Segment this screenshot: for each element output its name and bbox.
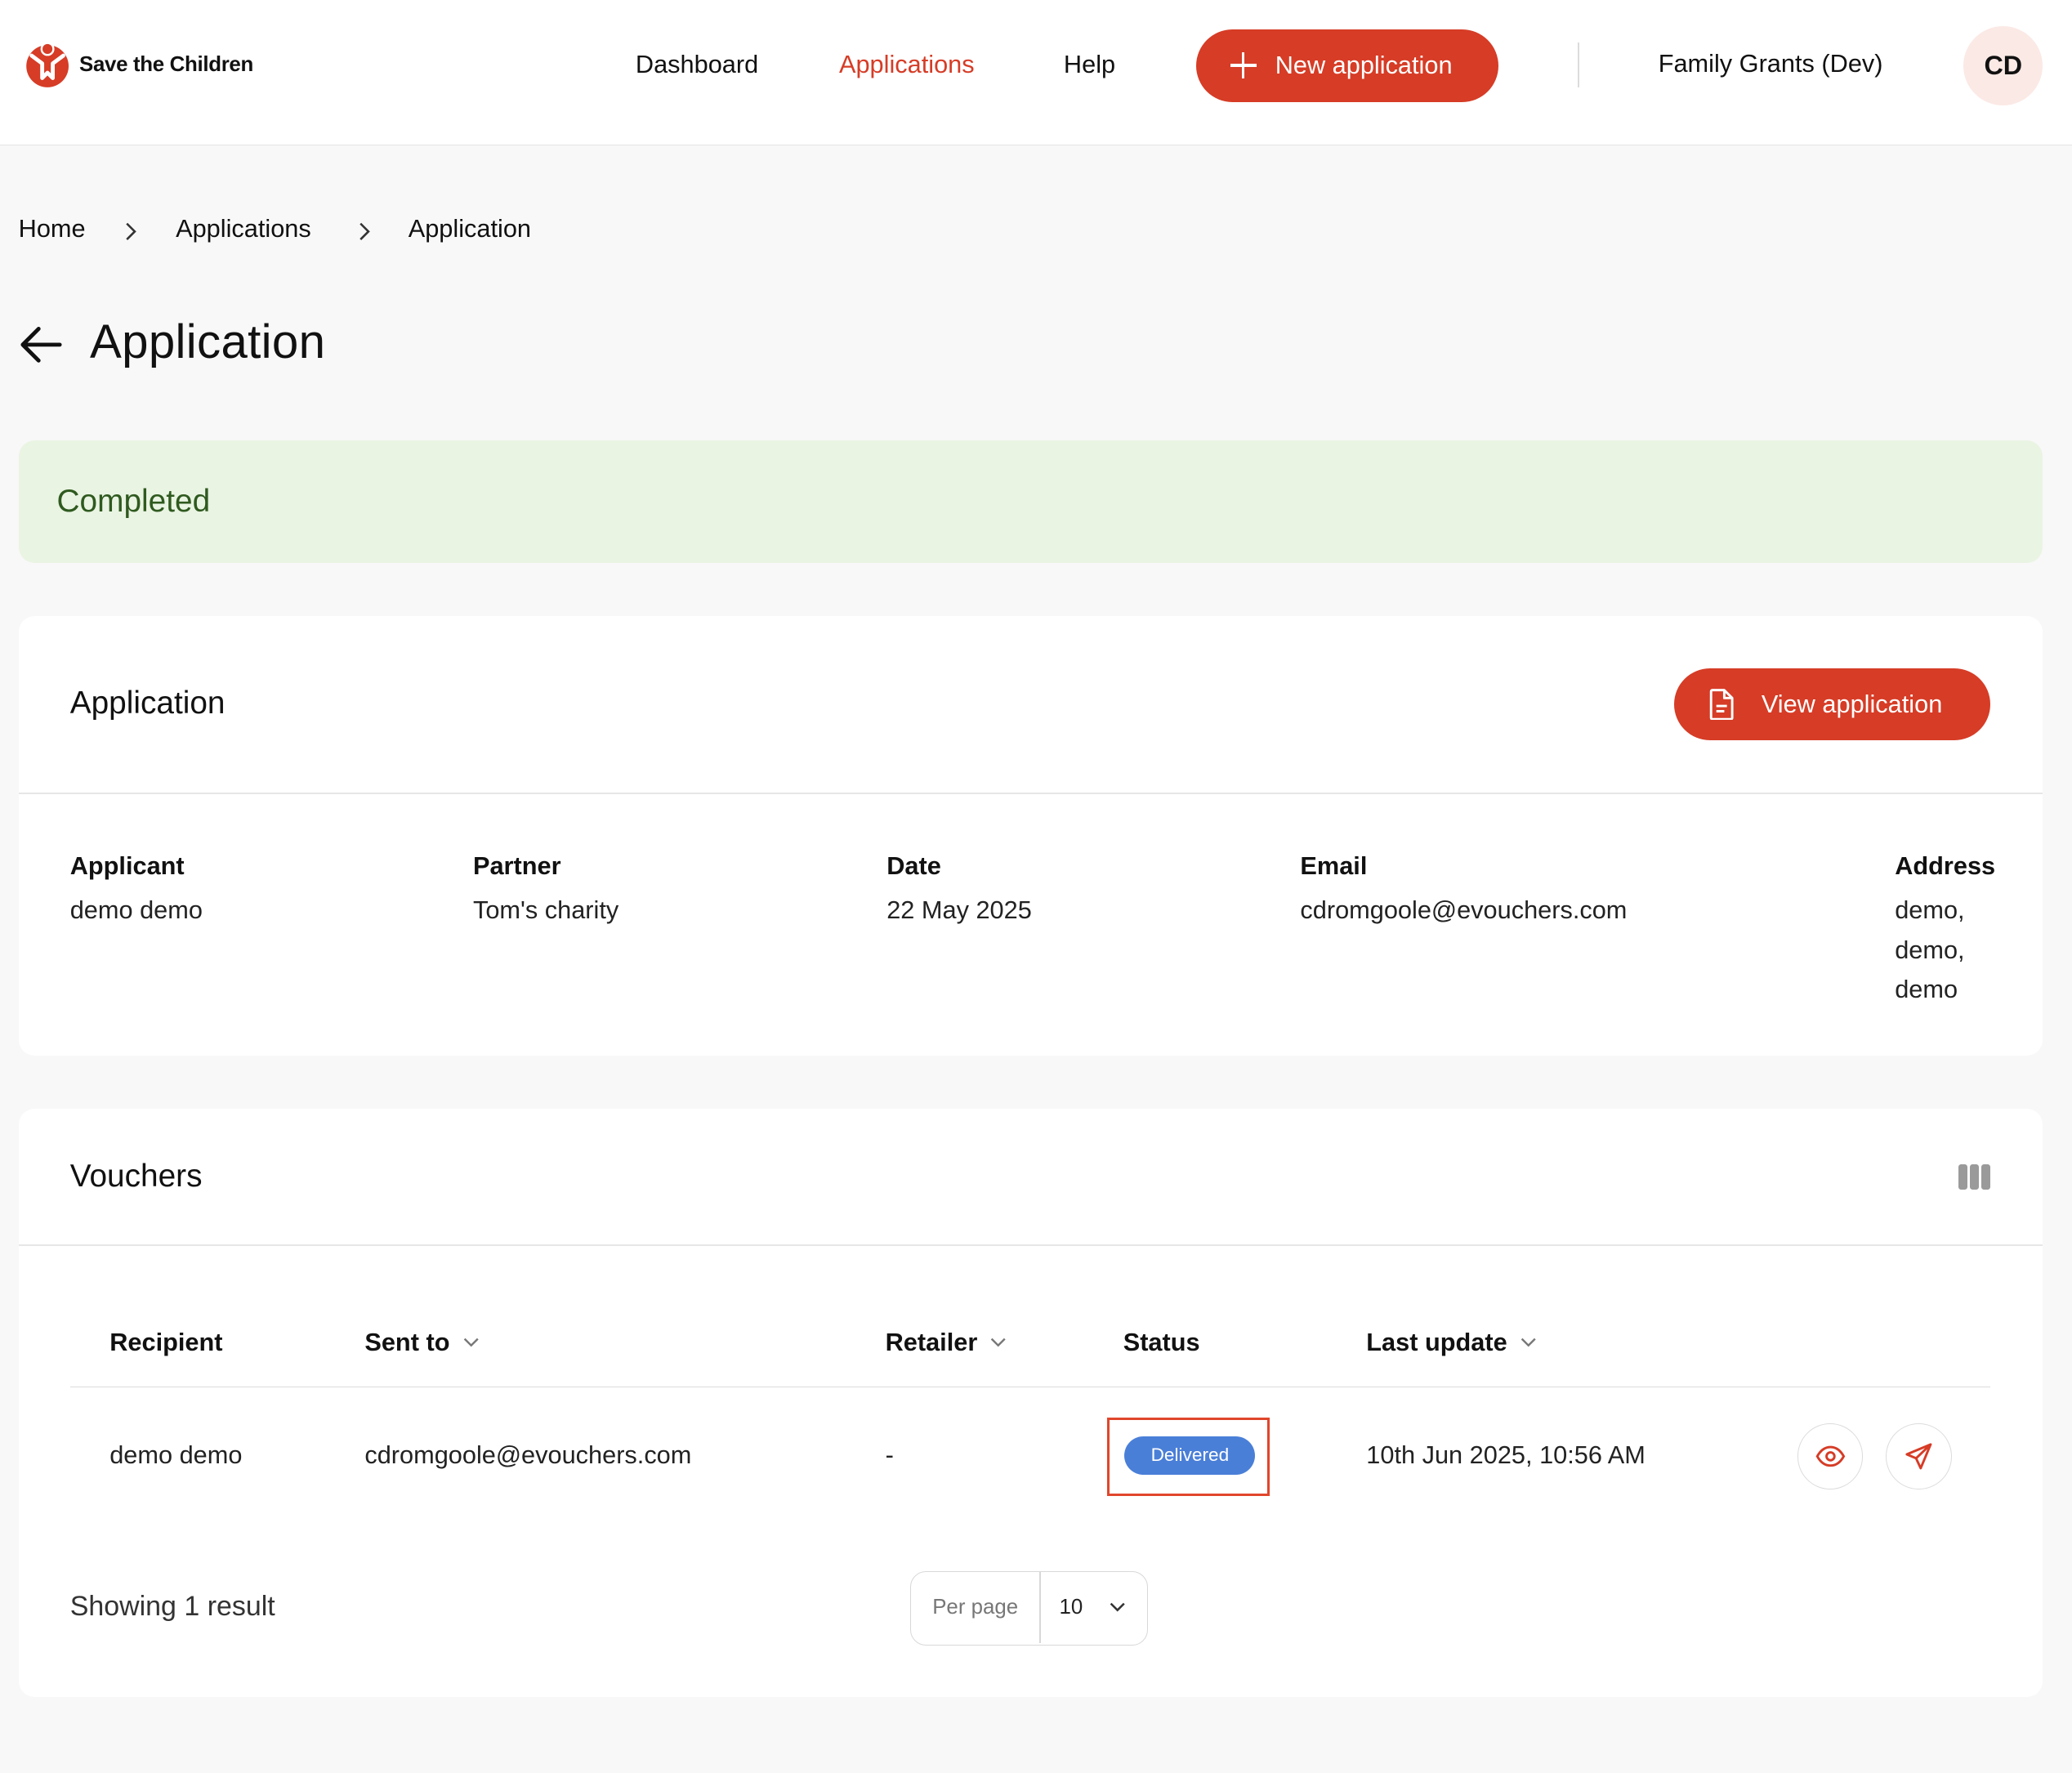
- email-label: Email: [1300, 851, 1368, 880]
- breadcrumb-current: Application: [408, 214, 532, 243]
- application-card-title: Application: [69, 686, 226, 721]
- applicant-value: demo demo: [69, 895, 203, 925]
- address-line-2: demo,: [1895, 935, 1965, 964]
- application-card: Application View application Applicant d…: [18, 615, 2043, 1056]
- per-page-divider: [1039, 1571, 1041, 1644]
- table-header-divider: [69, 1386, 1990, 1388]
- column-header-recipient: Recipient: [109, 1328, 223, 1357]
- brand-logo[interactable]: Save the Children: [24, 38, 253, 92]
- brand-name: Save the Children: [79, 52, 253, 76]
- chevron-right-icon: [126, 222, 136, 240]
- per-page-select[interactable]: Per page 10: [910, 1570, 1149, 1646]
- breadcrumb-home[interactable]: Home: [19, 214, 86, 243]
- eye-icon: [1815, 1445, 1845, 1467]
- column-header-sent-to[interactable]: Sent to: [364, 1328, 479, 1357]
- header-divider: [1578, 42, 1579, 87]
- date-label: Date: [886, 851, 941, 880]
- back-arrow-icon[interactable]: [19, 324, 64, 366]
- email-value: cdromgoole@evouchers.com: [1300, 895, 1628, 925]
- card-divider: [18, 1244, 2043, 1247]
- status-text: Completed: [56, 483, 211, 519]
- cell-sent-to: cdromgoole@evouchers.com: [364, 1440, 692, 1469]
- status-highlight-box: [1107, 1418, 1270, 1496]
- view-voucher-button[interactable]: [1797, 1422, 1864, 1489]
- resend-voucher-button[interactable]: [1885, 1422, 1952, 1489]
- chevron-down-icon: [463, 1338, 479, 1347]
- partner-value: Tom's charity: [472, 895, 619, 925]
- organisation-switcher[interactable]: Family Grants (Dev): [1659, 49, 1883, 78]
- cell-last-update: 10th Jun 2025, 10:56 AM: [1366, 1440, 1646, 1469]
- column-header-status: Status: [1123, 1328, 1200, 1357]
- document-icon: [1709, 688, 1734, 721]
- breadcrumb-applications[interactable]: Applications: [176, 214, 311, 243]
- address-label: Address: [1895, 851, 1996, 880]
- applicant-label: Applicant: [69, 851, 185, 880]
- cell-recipient: demo demo: [109, 1440, 243, 1469]
- partner-label: Partner: [472, 851, 561, 880]
- user-avatar[interactable]: CD: [1963, 26, 2043, 106]
- chevron-down-icon: [1110, 1602, 1125, 1612]
- date-value: 22 May 2025: [886, 895, 1032, 925]
- page-title: Application: [89, 315, 326, 368]
- nav-help[interactable]: Help: [1064, 49, 1115, 81]
- chevron-down-icon: [1521, 1338, 1536, 1347]
- send-icon: [1905, 1443, 1932, 1470]
- address-line-1: demo,: [1895, 895, 1965, 925]
- chevron-down-icon: [991, 1338, 1007, 1347]
- nav-applications[interactable]: Applications: [839, 49, 975, 81]
- new-application-label: New application: [1275, 51, 1453, 80]
- column-header-retailer[interactable]: Retailer: [886, 1328, 1007, 1357]
- address-line-3: demo: [1895, 975, 1958, 1004]
- card-divider: [18, 793, 2043, 794]
- vouchers-card: Vouchers Recipient Sent to Retailer Stat…: [18, 1108, 2043, 1697]
- nav-dashboard[interactable]: Dashboard: [636, 49, 758, 81]
- column-header-last-update[interactable]: Last update: [1366, 1328, 1536, 1357]
- top-header: Save the Children Dashboard Applications…: [0, 0, 2072, 145]
- per-page-value: 10: [1059, 1596, 1083, 1619]
- columns-icon[interactable]: [1958, 1163, 1990, 1190]
- plus-icon: [1230, 51, 1257, 79]
- vouchers-card-title: Vouchers: [69, 1159, 203, 1195]
- view-application-button[interactable]: View application: [1674, 668, 1990, 740]
- results-count: Showing 1 result: [69, 1591, 275, 1623]
- status-banner: Completed: [18, 440, 2043, 563]
- per-page-label: Per page: [932, 1596, 1019, 1619]
- brand-logo-icon: [26, 42, 69, 87]
- view-application-label: View application: [1761, 690, 1943, 718]
- chevron-right-icon: [359, 222, 371, 240]
- new-application-button[interactable]: New application: [1195, 29, 1499, 102]
- cell-retailer: -: [885, 1440, 894, 1469]
